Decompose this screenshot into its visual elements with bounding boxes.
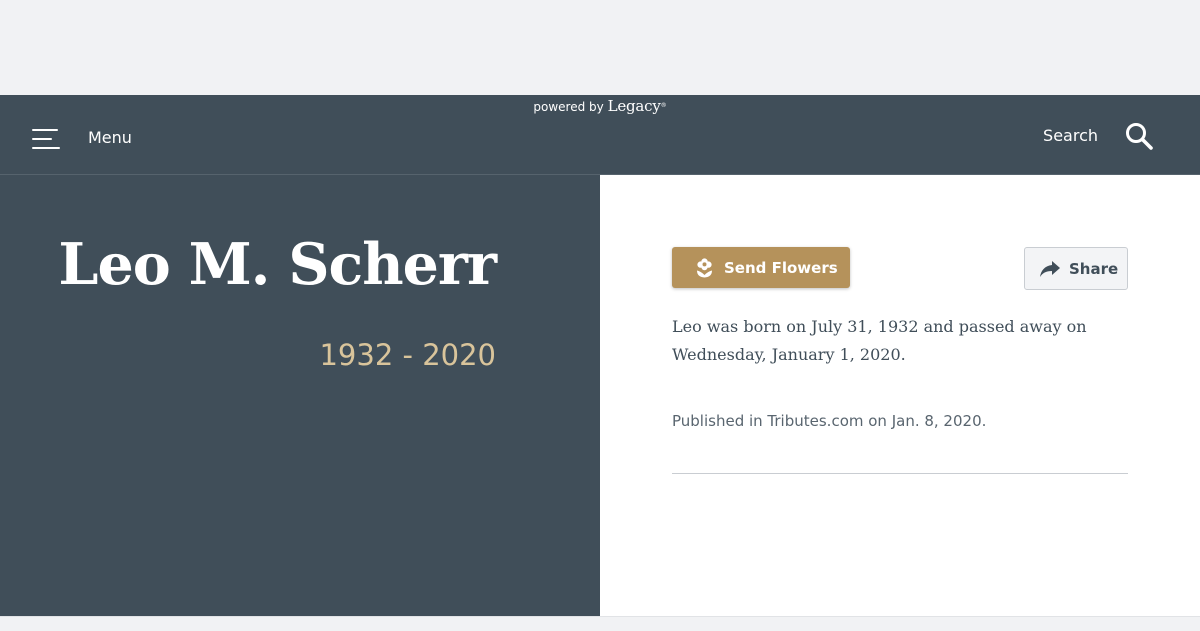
- search-button[interactable]: Search: [1043, 121, 1154, 151]
- obituary-text: Leo was born on July 31, 1932 and passed…: [672, 317, 1087, 364]
- site-header: powered by Legacy® Menu Search: [0, 95, 1200, 175]
- trademark-mark: ®: [660, 102, 667, 109]
- send-flowers-label[interactable]: Send Flowers: [724, 259, 838, 277]
- flower-icon: [697, 257, 712, 277]
- section-divider: [672, 473, 1128, 474]
- menu-label[interactable]: Menu: [88, 125, 132, 151]
- share-arrow-icon: [1040, 260, 1060, 277]
- search-icon[interactable]: [1124, 121, 1154, 151]
- powered-by-legacy[interactable]: powered by Legacy®: [0, 97, 1200, 116]
- bottom-spacer: [0, 616, 1200, 631]
- publication-info: Published in Tributes.com on Jan. 8, 202…: [672, 412, 987, 430]
- top-spacer: [0, 0, 1200, 95]
- obituary-hero: Leo M. Scherr 1932 - 2020: [0, 175, 600, 616]
- share-button[interactable]: Share: [1024, 247, 1128, 290]
- send-flowers-button[interactable]: Send Flowers: [672, 247, 850, 288]
- life-dates: 1932 - 2020: [319, 338, 496, 372]
- hamburger-menu-icon[interactable]: [32, 128, 60, 149]
- search-label[interactable]: Search: [1043, 121, 1098, 151]
- powered-by-text: powered by: [533, 100, 604, 114]
- legacy-logo[interactable]: Legacy: [608, 97, 661, 115]
- deceased-name: Leo M. Scherr: [58, 231, 497, 298]
- menu-button[interactable]: Menu: [32, 125, 132, 151]
- share-label[interactable]: Share: [1069, 260, 1118, 278]
- obituary-content: Send Flowers Share Leo was born on July …: [600, 175, 1200, 616]
